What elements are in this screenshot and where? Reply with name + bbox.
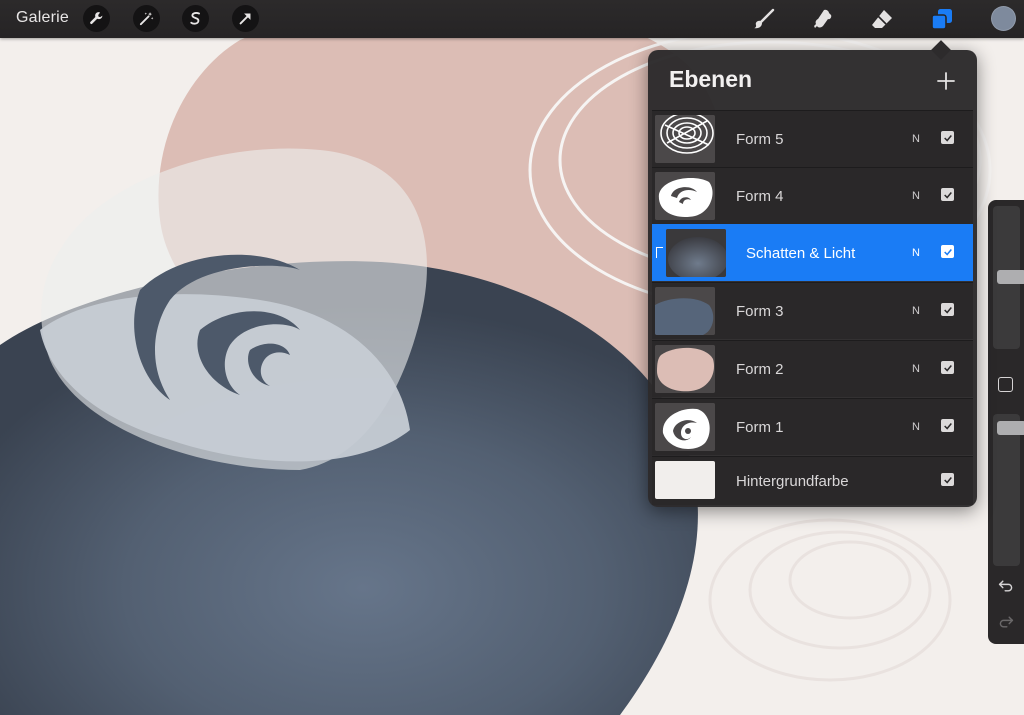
panel-title: Ebenen (669, 66, 753, 92)
plus-icon (937, 72, 955, 90)
layer-row-form-4[interactable]: Form 4 N (652, 167, 973, 224)
blend-mode-button[interactable]: N (912, 133, 920, 145)
brush-icon (754, 8, 775, 29)
layer-row-schatten-licht[interactable]: Schatten & Licht N (652, 224, 973, 281)
blend-mode-button[interactable]: N (912, 421, 920, 433)
visibility-checkbox[interactable] (941, 419, 954, 432)
schatten-licht-thumbnail-art (666, 229, 726, 277)
form-5-thumbnail-art (655, 115, 715, 163)
blend-mode-button[interactable]: N (912, 305, 920, 317)
redo-icon (999, 616, 1014, 628)
visibility-checkbox[interactable] (941, 361, 954, 374)
top-toolbar: Galerie (0, 0, 1024, 38)
layers-tool-button[interactable] (928, 5, 956, 33)
procreate-app: Galerie Ebenen Form 5 N Form 4 N Schatte… (0, 0, 1024, 715)
layer-name: Hintergrundfarbe (736, 473, 849, 490)
form-4-thumbnail-art (655, 172, 715, 220)
layer-thumbnail (655, 172, 715, 220)
layer-row-background-color[interactable]: Hintergrundfarbe (652, 456, 973, 505)
checkmark-icon (943, 364, 952, 372)
undo-icon (998, 580, 1013, 592)
brush-tool-button[interactable] (750, 5, 778, 33)
visibility-checkbox[interactable] (941, 303, 954, 316)
form-3-thumbnail-art (655, 287, 715, 335)
layer-name: Form 4 (736, 188, 784, 205)
checkmark-icon (943, 248, 952, 256)
opacity-slider[interactable] (993, 414, 1024, 566)
smudge-tool-button[interactable] (809, 5, 837, 33)
right-sidebar (988, 200, 1024, 644)
layer-row-form-3[interactable]: Form 3 N (652, 282, 973, 339)
smudge-icon (814, 9, 832, 29)
layers-icon (931, 9, 952, 30)
layer-thumbnail (655, 287, 715, 335)
wrench-icon (90, 12, 103, 25)
transform-arrow-icon (239, 13, 251, 25)
layer-name: Form 5 (736, 131, 784, 148)
layer-row-form-1[interactable]: Form 1 N (652, 398, 973, 455)
checkmark-icon (943, 422, 952, 430)
layer-name: Form 2 (736, 361, 784, 378)
gallery-button[interactable]: Galerie (16, 9, 69, 27)
eraser-tool-button[interactable] (868, 5, 896, 33)
undo-button[interactable] (996, 576, 1016, 596)
layer-thumbnail (655, 403, 715, 451)
layer-thumbnail (655, 345, 715, 393)
checkmark-icon (943, 306, 952, 314)
clipping-mask-indicator (656, 247, 663, 258)
selection-button[interactable] (182, 5, 209, 32)
layer-thumbnail (655, 115, 715, 163)
visibility-checkbox[interactable] (941, 188, 954, 201)
layer-name: Schatten & Licht (746, 245, 856, 262)
form-2-thumbnail-art (655, 345, 715, 393)
visibility-checkbox[interactable] (941, 245, 954, 258)
layer-thumbnail (666, 229, 726, 277)
layer-thumbnail (655, 461, 715, 499)
layer-name: Form 3 (736, 303, 784, 320)
layers-panel: Ebenen Form 5 N Form 4 N Schatten & Lich… (648, 50, 977, 507)
layer-row-form-2[interactable]: Form 2 N (652, 340, 973, 397)
eraser-icon (872, 10, 892, 28)
layer-name: Form 1 (736, 419, 784, 436)
opacity-handle[interactable] (997, 421, 1024, 435)
redo-button[interactable] (996, 612, 1016, 632)
blend-mode-button[interactable]: N (912, 247, 920, 259)
brush-size-handle[interactable] (997, 270, 1024, 284)
checkmark-icon (943, 134, 952, 142)
adjustments-button[interactable] (133, 5, 160, 32)
actions-button[interactable] (83, 5, 110, 32)
checkmark-icon (943, 191, 952, 199)
layer-row-form-5[interactable]: Form 5 N (652, 110, 973, 167)
add-layer-button[interactable] (933, 68, 959, 94)
color-swatch[interactable] (991, 6, 1016, 31)
blend-mode-button[interactable]: N (912, 190, 920, 202)
transform-button[interactable] (232, 5, 259, 32)
blend-mode-button[interactable]: N (912, 363, 920, 375)
modify-square-icon[interactable] (998, 377, 1013, 392)
selection-s-icon (190, 12, 200, 25)
visibility-checkbox[interactable] (941, 131, 954, 144)
form-1-thumbnail-art (655, 403, 715, 451)
magic-wand-icon (139, 12, 154, 26)
brush-size-slider[interactable] (993, 206, 1024, 349)
checkmark-icon (943, 476, 952, 484)
visibility-checkbox[interactable] (941, 473, 954, 486)
